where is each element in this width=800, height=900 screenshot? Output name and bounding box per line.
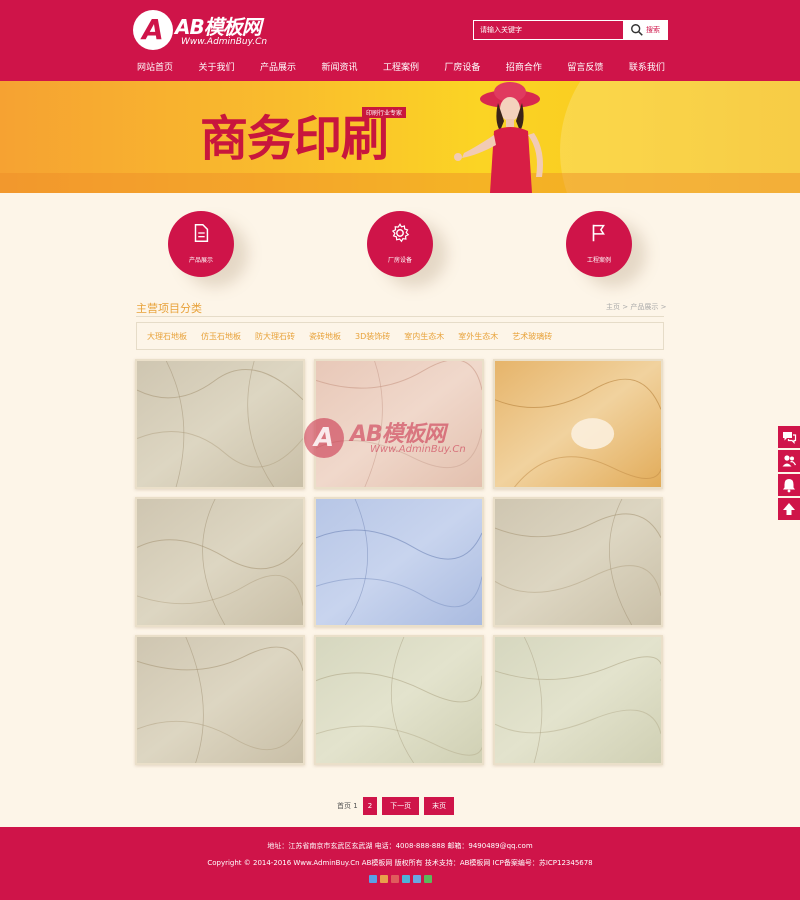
category-link[interactable]: 仿玉石地板 xyxy=(201,331,241,342)
chat-icon xyxy=(783,432,797,444)
pagination: 首页 1 2 下一页 末页 xyxy=(337,797,455,815)
category-link[interactable]: 防大理石砖 xyxy=(255,331,295,342)
search-input[interactable] xyxy=(473,20,624,40)
category-link[interactable]: 大理石地板 xyxy=(147,331,187,342)
share-bar xyxy=(369,875,432,883)
nav-item-equipment[interactable]: 厂房设备 xyxy=(438,58,486,78)
nav-item-contact[interactable]: 联系我们 xyxy=(623,58,671,78)
logo-subtitle: Www.AdminBuy.Cn xyxy=(181,37,268,47)
header: A AB模板网 Www.AdminBuy.Cn 搜索 网站首页 关于我们 产品展… xyxy=(0,0,800,81)
category-link[interactable]: 艺术玻璃砖 xyxy=(512,331,552,342)
banner-band xyxy=(0,173,800,193)
nav-item-cases[interactable]: 工程案例 xyxy=(377,58,425,78)
product-tile[interactable] xyxy=(493,497,663,627)
footer-copyright: Copyright © 2014-2016 Www.AdminBuy.Cn AB… xyxy=(207,859,593,867)
product-image xyxy=(495,499,661,625)
product-image xyxy=(316,361,482,487)
feature-label: 厂房设备 xyxy=(387,257,412,264)
product-image xyxy=(316,637,482,763)
share-icon[interactable] xyxy=(369,875,377,883)
breadcrumb: 主页 > 产品展示 > xyxy=(606,302,666,312)
banner-title: 商务印刷 xyxy=(200,111,389,167)
product-image xyxy=(137,499,303,625)
share-icon[interactable] xyxy=(413,875,421,883)
search-button[interactable]: 搜索 xyxy=(624,20,668,40)
feature-circle xyxy=(566,211,632,277)
nav-item-cooperation[interactable]: 招商合作 xyxy=(500,58,548,78)
bell-icon xyxy=(783,479,795,493)
last-page-button[interactable]: 末页 xyxy=(424,797,455,815)
product-tile[interactable] xyxy=(493,635,663,765)
flag-icon xyxy=(592,224,605,242)
product-tile[interactable] xyxy=(314,635,484,765)
feature-label: 工程案例 xyxy=(586,257,611,264)
logo-mark-letter: A xyxy=(142,13,164,46)
section-title: 主营项目分类 xyxy=(136,302,202,315)
category-link[interactable]: 室内生态木 xyxy=(404,331,444,342)
breadcrumb-separator: > xyxy=(660,303,667,311)
nav-item-news[interactable]: 新闻资讯 xyxy=(315,58,363,78)
breadcrumb-home[interactable]: 主页 xyxy=(606,303,620,311)
category-link[interactable]: 瓷砖地板 xyxy=(309,331,341,342)
arrow-up-icon xyxy=(783,503,795,515)
side-back-to-top-button[interactable] xyxy=(778,498,800,520)
main-nav: 网站首页 关于我们 产品展示 新闻资讯 工程案例 厂房设备 招商合作 留言反馈 … xyxy=(131,58,671,78)
product-tile[interactable] xyxy=(135,635,305,765)
banner-model-image xyxy=(454,82,543,193)
product-tile[interactable] xyxy=(135,497,305,627)
side-notify-button[interactable] xyxy=(778,474,800,496)
section-divider xyxy=(136,316,664,317)
footer-contact: 地址：江苏省南京市玄武区玄武湖 电话：4008-888-888 邮箱：94904… xyxy=(267,842,533,850)
users-icon xyxy=(782,455,797,467)
product-image xyxy=(316,499,482,625)
feature-label: 产品展示 xyxy=(188,257,213,264)
feature-cases[interactable]: 工程案例 xyxy=(566,211,636,291)
category-filter: 大理石地板 仿玉石地板 防大理石砖 瓷砖地板 3D装饰砖 室内生态木 室外生态木… xyxy=(136,322,664,350)
page-2-button[interactable]: 2 xyxy=(362,797,378,815)
nav-item-about[interactable]: 关于我们 xyxy=(192,58,240,78)
nav-item-feedback[interactable]: 留言反馈 xyxy=(561,58,609,78)
product-image xyxy=(137,637,303,763)
product-tile[interactable] xyxy=(135,359,305,489)
search-button-label: 搜索 xyxy=(646,26,660,34)
breadcrumb-current[interactable]: 产品展示 xyxy=(630,303,658,311)
side-chat-button[interactable] xyxy=(778,426,800,448)
feature-products[interactable]: 产品展示 xyxy=(168,211,238,291)
feature-circle xyxy=(367,211,433,277)
category-link[interactable]: 室外生态木 xyxy=(458,331,498,342)
share-icon[interactable] xyxy=(402,875,410,883)
gear-icon xyxy=(391,223,410,243)
share-icon[interactable] xyxy=(391,875,399,883)
document-icon xyxy=(194,224,209,242)
search-bar: 搜索 xyxy=(473,20,668,40)
product-image xyxy=(495,637,661,763)
nav-item-products[interactable]: 产品展示 xyxy=(254,58,302,78)
feature-circle xyxy=(168,211,234,277)
share-icon[interactable] xyxy=(380,875,388,883)
side-users-button[interactable] xyxy=(778,450,800,472)
product-image xyxy=(495,361,661,487)
product-tile[interactable] xyxy=(314,359,484,489)
category-link[interactable]: 3D装饰砖 xyxy=(355,331,390,342)
product-tile[interactable] xyxy=(493,359,663,489)
page-info: 首页 1 xyxy=(337,802,358,810)
hero-banner: 商务印刷 印刷行业专家 xyxy=(0,81,800,193)
search-icon xyxy=(631,24,643,36)
next-page-button[interactable]: 下一页 xyxy=(382,797,420,815)
logo-title: AB模板网 xyxy=(175,15,262,39)
footer: 地址：江苏省南京市玄武区玄武湖 电话：4008-888-888 邮箱：94904… xyxy=(0,827,800,900)
share-icon[interactable] xyxy=(424,875,432,883)
product-tile[interactable] xyxy=(314,497,484,627)
side-float-toolbar xyxy=(778,426,800,522)
site-logo[interactable]: A AB模板网 Www.AdminBuy.Cn xyxy=(133,10,293,50)
product-image xyxy=(137,361,303,487)
nav-item-home[interactable]: 网站首页 xyxy=(131,58,179,78)
feature-equipment[interactable]: 厂房设备 xyxy=(367,211,437,291)
banner-tag: 印刷行业专家 xyxy=(362,107,407,118)
